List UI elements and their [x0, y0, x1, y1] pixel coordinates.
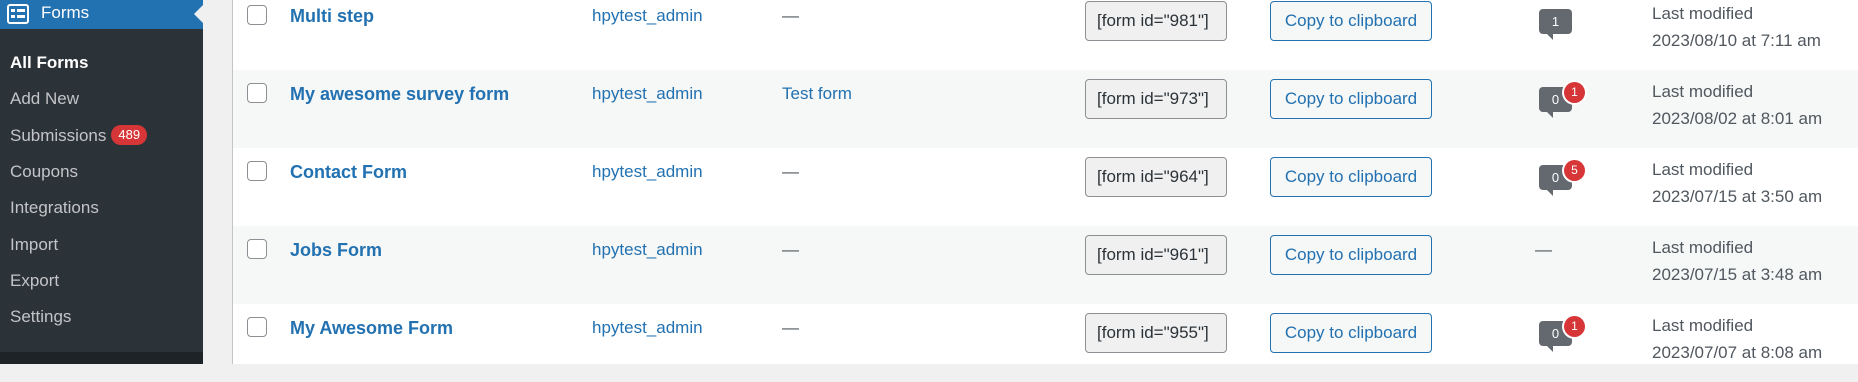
- submenu-settings[interactable]: Settings: [10, 307, 71, 327]
- table-row: Contact Form hpytest_admin — [form id="9…: [233, 148, 1858, 226]
- date-value: 2023/07/15 at 3:50 am: [1652, 187, 1823, 206]
- date-label: Last modified: [1652, 238, 1754, 257]
- shortcode-field[interactable]: [form id="981"]: [1085, 1, 1227, 41]
- submenu-import[interactable]: Import: [10, 235, 58, 255]
- submenu-all-forms[interactable]: All Forms: [10, 53, 88, 73]
- submenu-add-new[interactable]: Add New: [10, 89, 79, 109]
- shortcode-field[interactable]: [form id="955"]: [1085, 313, 1227, 353]
- forms-submenu: All Forms Add New Submissions 489 Coupons…: [0, 29, 203, 352]
- forms-table: Multi step hpytest_admin — [form id="981…: [232, 0, 1858, 364]
- submissions-count-badge: 489: [111, 125, 148, 145]
- form-description: —: [782, 318, 799, 337]
- form-title-link[interactable]: Contact Form: [290, 162, 407, 183]
- form-title-link[interactable]: My Awesome Form: [290, 318, 453, 339]
- form-author-link[interactable]: hpytest_admin: [592, 6, 703, 26]
- copy-to-clipboard-button[interactable]: Copy to clipboard: [1270, 235, 1432, 275]
- row-checkbox[interactable]: [247, 317, 267, 337]
- form-description: —: [782, 162, 799, 181]
- submenu-coupons[interactable]: Coupons: [10, 162, 78, 182]
- sidebar-bottom: [0, 352, 203, 364]
- copy-to-clipboard-button[interactable]: Copy to clipboard: [1270, 79, 1432, 119]
- form-title-link[interactable]: Multi step: [290, 6, 374, 27]
- form-description: —: [782, 6, 799, 25]
- table-row: My awesome survey form hpytest_admin Tes…: [233, 70, 1858, 148]
- submenu-integrations[interactable]: Integrations: [10, 198, 99, 218]
- copy-to-clipboard-button[interactable]: Copy to clipboard: [1270, 313, 1432, 353]
- no-comments-dash: —: [1535, 240, 1552, 259]
- menu-item-forms[interactable]: Forms: [0, 0, 203, 29]
- row-checkbox[interactable]: [247, 83, 267, 103]
- copy-to-clipboard-button[interactable]: Copy to clipboard: [1270, 157, 1432, 197]
- copy-to-clipboard-button[interactable]: Copy to clipboard: [1270, 1, 1432, 41]
- table-row: Multi step hpytest_admin — [form id="981…: [233, 0, 1858, 70]
- row-checkbox[interactable]: [247, 239, 267, 259]
- forms-icon: [7, 4, 29, 24]
- form-title-link[interactable]: My awesome survey form: [290, 84, 509, 105]
- form-author-link[interactable]: hpytest_admin: [592, 84, 703, 104]
- admin-sidebar: Forms All Forms Add New Submissions 489 C…: [0, 0, 203, 364]
- pending-comments-badge[interactable]: 1: [1564, 82, 1585, 103]
- form-title-link[interactable]: Jobs Form: [290, 240, 382, 261]
- table-row: Jobs Form hpytest_admin — [form id="961"…: [233, 226, 1858, 304]
- table-row: My Awesome Form hpytest_admin — [form id…: [233, 304, 1858, 382]
- shortcode-field[interactable]: [form id="961"]: [1085, 235, 1227, 275]
- date-label: Last modified: [1652, 316, 1754, 335]
- pending-comments-badge[interactable]: 5: [1564, 160, 1585, 181]
- submenu-submissions-label: Submissions: [10, 126, 107, 145]
- form-description: Test form: [782, 84, 852, 103]
- form-author-link[interactable]: hpytest_admin: [592, 318, 703, 338]
- row-checkbox[interactable]: [247, 5, 267, 25]
- submenu-export[interactable]: Export: [10, 271, 59, 291]
- submenu-submissions[interactable]: Submissions 489: [10, 125, 148, 146]
- date-value: 2023/08/02 at 8:01 am: [1652, 109, 1823, 128]
- shortcode-field[interactable]: [form id="964"]: [1085, 157, 1227, 197]
- form-author-link[interactable]: hpytest_admin: [592, 162, 703, 182]
- date-label: Last modified: [1652, 4, 1754, 23]
- comment-count-bubble[interactable]: 1: [1539, 9, 1572, 40]
- row-checkbox[interactable]: [247, 161, 267, 181]
- form-author-link[interactable]: hpytest_admin: [592, 240, 703, 260]
- date-label: Last modified: [1652, 82, 1754, 101]
- date-value: 2023/07/15 at 3:48 am: [1652, 265, 1823, 284]
- current-menu-arrow: [194, 5, 203, 23]
- date-value: 2023/07/07 at 8:08 am: [1652, 343, 1823, 362]
- date-label: Last modified: [1652, 160, 1754, 179]
- pending-comments-badge[interactable]: 1: [1564, 316, 1585, 337]
- form-description: —: [782, 240, 799, 259]
- shortcode-field[interactable]: [form id="973"]: [1085, 79, 1227, 119]
- menu-title: Forms: [41, 3, 90, 22]
- date-value: 2023/08/10 at 7:11 am: [1652, 31, 1821, 50]
